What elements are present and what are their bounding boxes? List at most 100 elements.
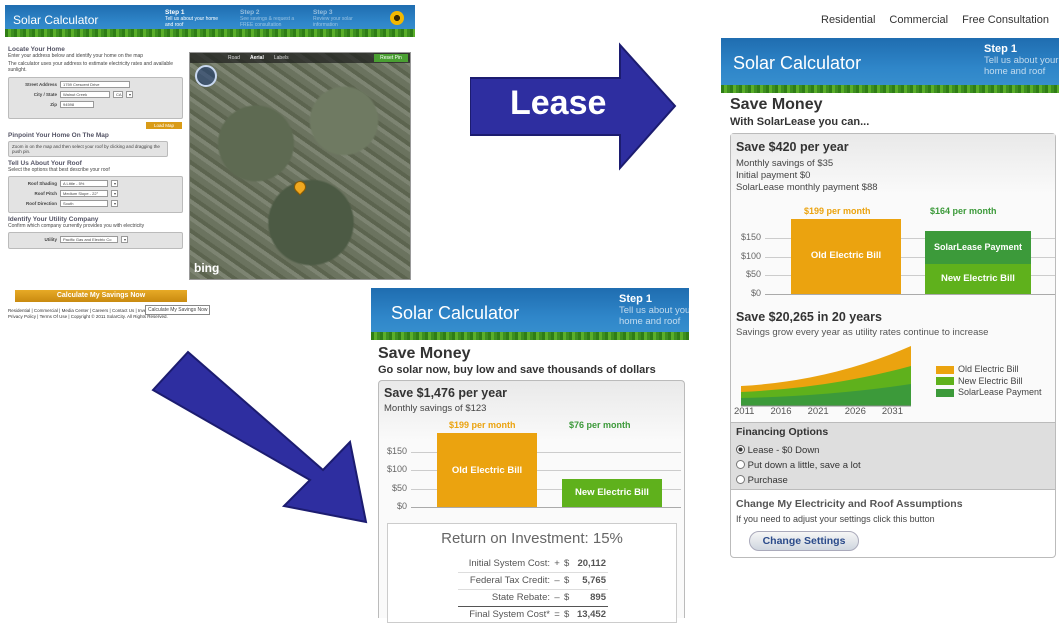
- zip-input[interactable]: 94598: [60, 101, 94, 108]
- purchase-app-title: Solar Calculator: [391, 303, 520, 323]
- nav-free-consultation[interactable]: Free Consultation: [962, 14, 1049, 26]
- direction-label: Roof Direction: [26, 201, 57, 206]
- lease-old-bill-bar: Old Electric Bill: [791, 219, 901, 294]
- step-2: Step 2 See savings & request a FREE consu…: [240, 9, 295, 28]
- lease-line-initial: Initial payment $0: [736, 170, 811, 181]
- year-2016: 2016: [770, 406, 792, 417]
- chevron-down-icon[interactable]: ▾: [111, 190, 118, 197]
- bing-logo: bing: [194, 261, 220, 275]
- purchase-tick-0: $0: [396, 501, 407, 511]
- purchase-tick-100: $100: [386, 464, 407, 474]
- roi-row: Final System Cost* = $13,452: [469, 609, 606, 620]
- chevron-down-icon[interactable]: ▾: [111, 200, 118, 207]
- footer-copyright: Privacy Policy | Terms Of Use | Copyrigh…: [8, 314, 168, 319]
- lease-header: Solar Calculator Step 1 Tell us about you…: [721, 38, 1059, 93]
- purchase-card: Save $1,476 per year Monthly savings of …: [378, 380, 685, 623]
- lease-line-payment: SolarLease monthly payment $88: [736, 182, 878, 193]
- address-box: Street Address 1759 Crescent Drive City /…: [8, 77, 183, 119]
- utility-heading: Identify Your Utility Company: [8, 216, 99, 223]
- lease-save20-title: Save $20,265 in 20 years: [736, 310, 882, 324]
- purchase-heading: Save Money: [378, 345, 471, 362]
- roi-row: Federal Tax Credit: – $5,765: [458, 573, 608, 590]
- nav-residential[interactable]: Residential: [821, 14, 875, 26]
- change-heading: Change My Electricity and Roof Assumptio…: [736, 498, 963, 510]
- option-purchase[interactable]: Purchase: [736, 473, 861, 488]
- pinpoint-heading: Pinpoint Your Home On The Map: [8, 132, 109, 139]
- purchase-monthly-savings: Monthly savings of $123: [384, 403, 487, 414]
- state-dropdown-icon[interactable]: ▾: [126, 91, 133, 98]
- step-3: Step 3 Review your solar information: [313, 9, 353, 28]
- roi-title: Return on Investment: 15%: [441, 530, 623, 547]
- roof-desc: Select the options that best describe yo…: [8, 167, 110, 173]
- lease-payment-bar: SolarLease Payment: [925, 231, 1031, 264]
- lease-tick-100: $100: [740, 251, 761, 261]
- city-label: City / State: [33, 92, 57, 97]
- lease-save20-desc: Savings grow every year as utility rates…: [736, 327, 989, 338]
- reset-pin-button[interactable]: Reset Pin: [374, 54, 408, 62]
- roof-box: Roof Shading A Little - 5% ▾ Roof Pitch Med…: [8, 176, 183, 213]
- option-put-down[interactable]: Put down a little, save a lot: [736, 458, 861, 473]
- lease-label: Lease: [510, 84, 607, 122]
- utility-select[interactable]: Pacific Gas and Electric Co: [60, 236, 118, 243]
- radio-selected-icon[interactable]: [736, 445, 745, 454]
- zip-label: Zip: [50, 102, 57, 107]
- legend-new-bill: New Electric Bill: [958, 375, 1023, 386]
- tooltip: Calculate My Savings Now: [145, 305, 211, 315]
- purchase-new-bill-bar: New Electric Bill: [562, 479, 662, 507]
- sunflower-icon: [390, 11, 404, 25]
- locate-heading: Locate Your Home: [8, 46, 65, 53]
- lease-year-axis: 2011 2016 2021 2026 2031: [734, 406, 903, 417]
- lease-app-title: Solar Calculator: [733, 53, 862, 73]
- lease-legend: Old Electric Bill New Electric Bill Sola…: [936, 364, 1042, 399]
- shading-label: Roof Shading: [27, 181, 57, 186]
- radio-icon[interactable]: [736, 460, 745, 469]
- street-label: Street Address: [25, 82, 57, 87]
- state-select[interactable]: CA: [113, 91, 123, 98]
- lease-new-bill-bar: New Electric Bill: [925, 264, 1031, 294]
- lease-old-bill-label: $199 per month: [804, 206, 871, 216]
- lease-area-chart: [741, 346, 911, 407]
- street-input[interactable]: 1759 Crescent Drive: [60, 81, 130, 88]
- chevron-down-icon[interactable]: ▾: [111, 180, 118, 187]
- roi-row: State Rebate: – $895: [458, 590, 608, 607]
- radio-icon[interactable]: [736, 475, 745, 484]
- pushpin-icon[interactable]: [291, 178, 309, 196]
- city-input[interactable]: Walnut Creek: [60, 91, 110, 98]
- purchase-tick-50: $50: [391, 483, 407, 493]
- financing-options: Lease - $0 Down Put down a little, save …: [736, 443, 861, 488]
- load-map-button[interactable]: Load Map: [146, 122, 182, 129]
- purchase-old-bill-bar: Old Electric Bill: [437, 433, 537, 507]
- purchase-tick-150: $150: [386, 446, 407, 456]
- calculate-button[interactable]: Calculate My Savings Now: [15, 290, 187, 302]
- year-2031: 2031: [881, 406, 903, 417]
- purchase-new-bill-label: $76 per month: [569, 420, 631, 430]
- map-tab-aerial[interactable]: Aerial: [250, 55, 264, 61]
- lease-tick-0: $0: [750, 288, 761, 298]
- year-2011: 2011: [734, 406, 755, 417]
- chevron-down-icon[interactable]: ▾: [121, 236, 128, 243]
- shading-select[interactable]: A Little - 5%: [60, 180, 108, 187]
- financing-heading: Financing Options: [736, 426, 829, 438]
- legend-old-bill: Old Electric Bill: [958, 364, 1019, 374]
- utility-box: Utility Pacific Gas and Electric Co ▾: [8, 232, 183, 249]
- map-nav-icon[interactable]: [195, 65, 217, 87]
- nav-commercial[interactable]: Commercial: [889, 14, 948, 26]
- lease-new-bill-label: $164 per month: [930, 206, 997, 216]
- direction-select[interactable]: South: [60, 200, 108, 207]
- option-lease[interactable]: Lease - $0 Down: [736, 443, 861, 458]
- locate-desc: Enter your address below and identify yo…: [8, 53, 144, 59]
- pinpoint-desc: Zoom in on the map and then select your …: [8, 141, 168, 157]
- legend-lease-payment: SolarLease Payment: [958, 387, 1042, 397]
- lease-tick-50: $50: [745, 269, 761, 279]
- calculator-form-screenshot: Solar Calculator Step 1 Tell us about you…: [5, 5, 415, 340]
- year-2026: 2026: [844, 406, 866, 417]
- purchase-header: Solar Calculator Step 1 Tell us about you…: [371, 288, 689, 340]
- aerial-map[interactable]: Road Aerial Labels Reset Pin bing: [189, 52, 411, 280]
- map-tab-labels[interactable]: Labels: [274, 55, 289, 61]
- footer-links[interactable]: Residential | Commercial | Media Center …: [8, 308, 154, 313]
- top-nav: Residential Commercial Free Consultation: [821, 14, 1049, 26]
- locate-section: Locate Your Home Enter your address belo…: [8, 43, 186, 249]
- change-settings-button[interactable]: Change Settings: [749, 531, 859, 551]
- pitch-select[interactable]: Medium Slope - 22°: [60, 190, 108, 197]
- map-tab-road[interactable]: Road: [228, 55, 240, 61]
